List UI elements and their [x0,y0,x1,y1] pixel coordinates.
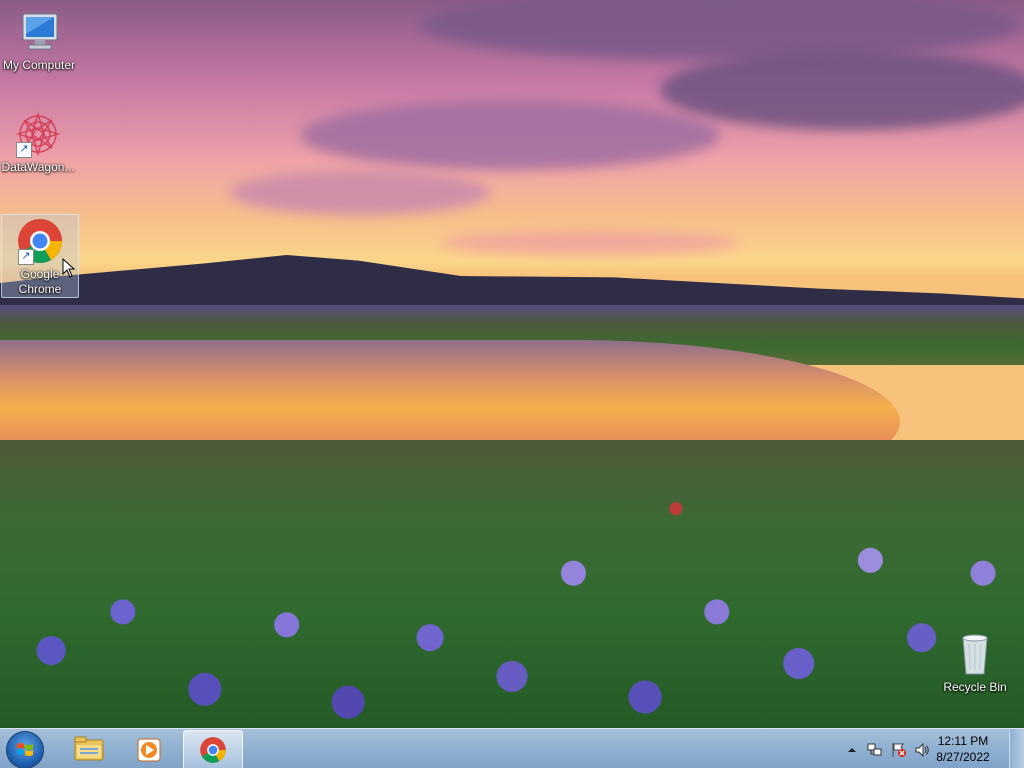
shortcut-arrow-icon: ↗ [16,142,32,158]
desktop-wallpaper [0,0,1024,728]
wallpaper-cloud [660,50,1024,130]
clock-date: 8/27/2022 [936,750,990,764]
desktop-icon-my-computer[interactable]: My Computer [1,8,77,73]
mouse-cursor-icon [62,258,76,278]
datawagon-icon: ↗ [14,110,62,158]
network-icon[interactable] [867,742,882,756]
desktop-icon-label: Recycle Bin [943,680,1007,694]
volume-icon[interactable] [914,742,929,758]
chrome-icon: ↗ [16,217,64,265]
media-player-icon [137,738,161,762]
desktop-icon-label-line2: Chrome [18,282,62,296]
file-explorer-icon [74,736,104,761]
show-desktop-button[interactable] [1009,729,1024,768]
desktop-icon-label: DataWagon... [1,160,75,174]
chrome-icon [200,737,226,763]
wallpaper-cloud [300,100,720,170]
windows-start-icon [17,743,33,756]
desktop-icon-google-chrome[interactable]: ↗ Google Chrome [1,214,79,298]
wallpaper-cloud [440,230,740,255]
desktop-icon-datawagon[interactable]: ↗ DataWagon... [0,110,76,175]
desktop-icon-recycle-bin[interactable]: Recycle Bin [937,630,1013,695]
wallpaper-cloud [420,0,1020,60]
desktop-icon-label: My Computer [2,58,76,72]
computer-icon [15,8,63,56]
action-center-icon[interactable] [891,742,906,757]
taskbar-media-player-button[interactable] [120,730,178,768]
taskbar-clock[interactable]: 12:11 PM 8/27/2022 [928,733,998,765]
clock-time: 12:11 PM [937,734,989,748]
wallpaper-flowers [0,470,1024,728]
taskbar: 12:11 PM 8/27/2022 [0,728,1024,768]
start-button[interactable] [6,731,44,768]
show-hidden-icons-icon[interactable] [845,742,859,756]
taskbar-file-explorer-button[interactable] [60,730,118,768]
taskbar-chrome-button[interactable] [183,730,243,768]
wallpaper-cloud [230,170,490,215]
recycle-bin-icon [951,630,999,678]
shortcut-arrow-icon: ↗ [18,249,34,265]
